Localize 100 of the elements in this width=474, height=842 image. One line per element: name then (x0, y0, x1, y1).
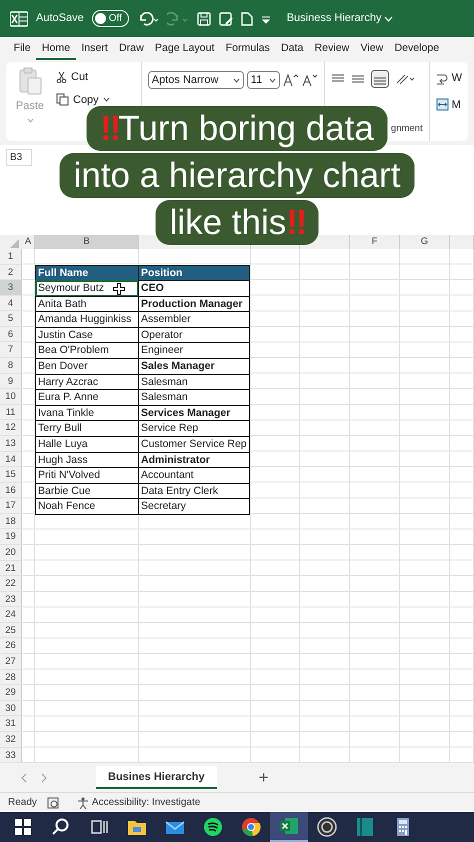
menu-tab[interactable]: Data (275, 38, 309, 60)
cut-label[interactable]: Cut (71, 69, 88, 86)
merge-icon[interactable] (436, 98, 449, 112)
row-header[interactable]: 29 (0, 685, 22, 701)
font-name-dropdown[interactable]: Aptos Narrow (148, 71, 244, 89)
table-cell[interactable]: Seymour Butz (35, 280, 139, 297)
row-header[interactable]: 22 (0, 576, 22, 592)
row-header[interactable]: 16 (0, 482, 22, 498)
row-header[interactable]: 2 (0, 264, 22, 280)
menu-tab[interactable]: Develope (388, 38, 445, 60)
row-header[interactable]: 28 (0, 670, 22, 686)
row-header[interactable]: 31 (0, 716, 22, 732)
table-cell[interactable]: Sales Manager (138, 358, 250, 375)
table-cell[interactable]: Ben Dover (35, 358, 139, 375)
row-header[interactable]: 27 (0, 654, 22, 670)
table-cell[interactable]: Service Rep (138, 420, 250, 437)
copy-label[interactable]: Copy (73, 92, 99, 108)
row-header[interactable]: 13 (0, 436, 22, 452)
accessibility-icon[interactable] (76, 796, 89, 809)
wrap-text-icon[interactable] (436, 72, 449, 85)
menu-tab[interactable]: Draw (113, 38, 150, 60)
row-header[interactable]: 3 (0, 280, 22, 296)
status-text: Ready (8, 796, 37, 810)
row-header[interactable]: 19 (0, 529, 22, 545)
table-cell[interactable]: Assembler (138, 311, 250, 328)
align-bottom-icon[interactable] (370, 70, 389, 88)
row-header[interactable]: 26 (0, 638, 22, 654)
row-header[interactable]: 1 (0, 249, 22, 265)
next-sheet-icon[interactable] (41, 772, 48, 783)
row-header[interactable]: 5 (0, 311, 22, 327)
row-header[interactable]: 12 (0, 420, 22, 436)
row-header[interactable]: 18 (0, 514, 22, 530)
autosave-toggle[interactable]: Off (92, 10, 129, 27)
orientation-icon[interactable] (394, 73, 415, 85)
chevron-down-icon (384, 16, 394, 22)
row-header[interactable]: 25 (0, 622, 22, 638)
autosave-label: AutoSave (36, 11, 84, 26)
menu-tab[interactable]: Insert (76, 38, 114, 60)
table-cell[interactable]: Halle Luya (35, 436, 139, 453)
table-cell[interactable]: Secretary (138, 498, 250, 515)
macro-recorder-icon[interactable] (46, 796, 59, 809)
merge-label[interactable]: M (452, 96, 461, 113)
name-box[interactable]: B3 (6, 149, 32, 166)
menu-tab[interactable]: File (8, 38, 36, 60)
row-header[interactable]: 10 (0, 389, 22, 405)
table-cell[interactable]: Accountant (138, 467, 250, 484)
table-cell[interactable]: Noah Fence (35, 498, 139, 515)
table-cell[interactable]: Priti N'Volved (35, 467, 139, 484)
row-header[interactable]: 9 (0, 374, 22, 390)
wrap-text-label[interactable]: W (452, 70, 462, 86)
row-header[interactable]: 8 (0, 358, 22, 374)
row-header[interactable]: 7 (0, 342, 22, 358)
align-middle-icon[interactable] (350, 73, 365, 85)
row-header[interactable]: 15 (0, 467, 22, 483)
spreadsheet-taskbar-icon[interactable] (270, 812, 308, 842)
document-title-button[interactable]: Business Hierarchy (286, 10, 394, 27)
row-header[interactable]: 20 (0, 544, 22, 561)
table-cell[interactable]: Amanda Hugginkiss (35, 311, 139, 328)
table-cell[interactable]: Engineer (138, 342, 250, 360)
column-header[interactable]: B (35, 235, 139, 249)
table-cell[interactable]: Terry Bull (35, 420, 139, 437)
save-edit-icon[interactable] (218, 12, 233, 26)
sheet-tab[interactable]: Busines Hierarchy (96, 766, 217, 790)
decrease-font-icon[interactable] (302, 73, 318, 87)
caret-icon[interactable] (102, 97, 110, 102)
previous-sheet-icon[interactable] (20, 772, 27, 783)
row-header[interactable]: 24 (0, 607, 22, 623)
row-header[interactable]: 11 (0, 404, 22, 420)
table-cell[interactable]: CEO (138, 280, 250, 297)
add-sheet-button[interactable]: + (256, 769, 271, 786)
column-heading: Full Name (35, 264, 139, 282)
row-header[interactable]: 33 (0, 748, 22, 764)
row-header[interactable]: 4 (0, 296, 22, 312)
table-cell[interactable]: Salesman (138, 389, 250, 406)
table-cell[interactable]: Bea O'Problem (35, 342, 139, 360)
copy-icon[interactable] (56, 93, 69, 106)
menu-tab[interactable]: View (354, 38, 389, 60)
menu-tab[interactable]: Home (36, 38, 76, 60)
row-header[interactable]: 30 (0, 700, 22, 716)
row-header[interactable]: 17 (0, 498, 22, 514)
table-cell[interactable]: Eura P. Anne (35, 389, 139, 406)
row-header[interactable]: 6 (0, 326, 22, 342)
menu-tab[interactable]: Review (308, 38, 355, 60)
menu-tab[interactable]: Formulas (220, 38, 276, 60)
row-header[interactable]: 14 (0, 452, 22, 468)
new-file-icon[interactable] (240, 12, 253, 26)
menu-tab[interactable]: Page Layout (149, 38, 220, 60)
excel-icon (10, 10, 28, 26)
row-header[interactable]: 21 (0, 560, 22, 576)
customize-icon[interactable] (260, 14, 271, 24)
font-size-dropdown[interactable]: 11 (246, 71, 280, 89)
increase-font-icon[interactable] (282, 73, 299, 87)
caret-icon (26, 118, 34, 122)
row-header[interactable]: 32 (0, 732, 22, 748)
row-header[interactable]: 23 (0, 592, 22, 608)
scissors-icon[interactable] (56, 71, 67, 84)
table-cell[interactable]: Customer Service Rep (138, 436, 250, 453)
cursor-icon (113, 282, 125, 295)
accessibility-status[interactable]: Accessibility: Investigate (92, 795, 200, 810)
save-icon[interactable] (196, 12, 211, 26)
